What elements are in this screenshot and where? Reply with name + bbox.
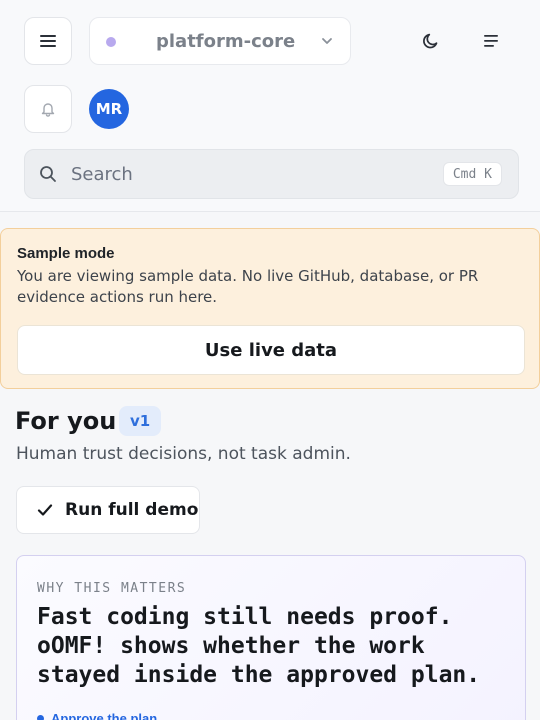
sample-mode-banner: Sample mode You are viewing sample data.…: [0, 228, 540, 389]
version-badge: v1: [119, 406, 162, 436]
sidebar-toggle-button[interactable]: [471, 21, 511, 61]
moon-icon: [423, 33, 438, 49]
approve-plan-link[interactable]: Approve the plan: [37, 711, 157, 720]
search-shortcut-hint: Cmd K: [442, 162, 502, 186]
workspace-selector[interactable]: platform-core: [89, 17, 351, 65]
theme-toggle-button[interactable]: [411, 21, 451, 61]
page-subtitle: Human trust decisions, not task admin.: [16, 444, 351, 464]
workspace-status-dot: [106, 37, 116, 47]
step-dot: [37, 715, 44, 720]
banner-title: Sample mode: [17, 245, 115, 262]
card-title: Fast coding still needs proof. oOMF! sho…: [37, 604, 481, 688]
chevron-down-icon: [322, 38, 332, 44]
banner-text: You are viewing sample data. No live Git…: [17, 267, 479, 306]
card-eyebrow: WHY THIS MATTERS: [37, 581, 187, 596]
search-input[interactable]: [71, 160, 431, 188]
menu-button[interactable]: [24, 17, 72, 65]
workspace-name: platform-core: [156, 31, 296, 52]
why-this-matters-card: WHY THIS MATTERS Fast coding still needs…: [16, 555, 526, 720]
run-full-demo-label: Run full demo: [65, 500, 199, 520]
top-bar: platform-core MR Cmd K: [0, 0, 540, 212]
checkmark-icon: [37, 504, 53, 516]
run-full-demo-button[interactable]: Run full demo: [16, 486, 200, 534]
bell-icon: [41, 103, 55, 117]
notifications-button[interactable]: [24, 85, 72, 133]
use-live-data-button[interactable]: Use live data: [17, 325, 525, 375]
approve-plan-label: Approve the plan: [51, 711, 158, 720]
search-bar[interactable]: Cmd K: [24, 149, 519, 199]
hamburger-icon: [40, 35, 56, 47]
search-icon: [40, 166, 56, 182]
user-avatar[interactable]: MR: [89, 89, 129, 129]
page-title: For you: [15, 407, 117, 435]
lines-icon: [484, 35, 498, 47]
